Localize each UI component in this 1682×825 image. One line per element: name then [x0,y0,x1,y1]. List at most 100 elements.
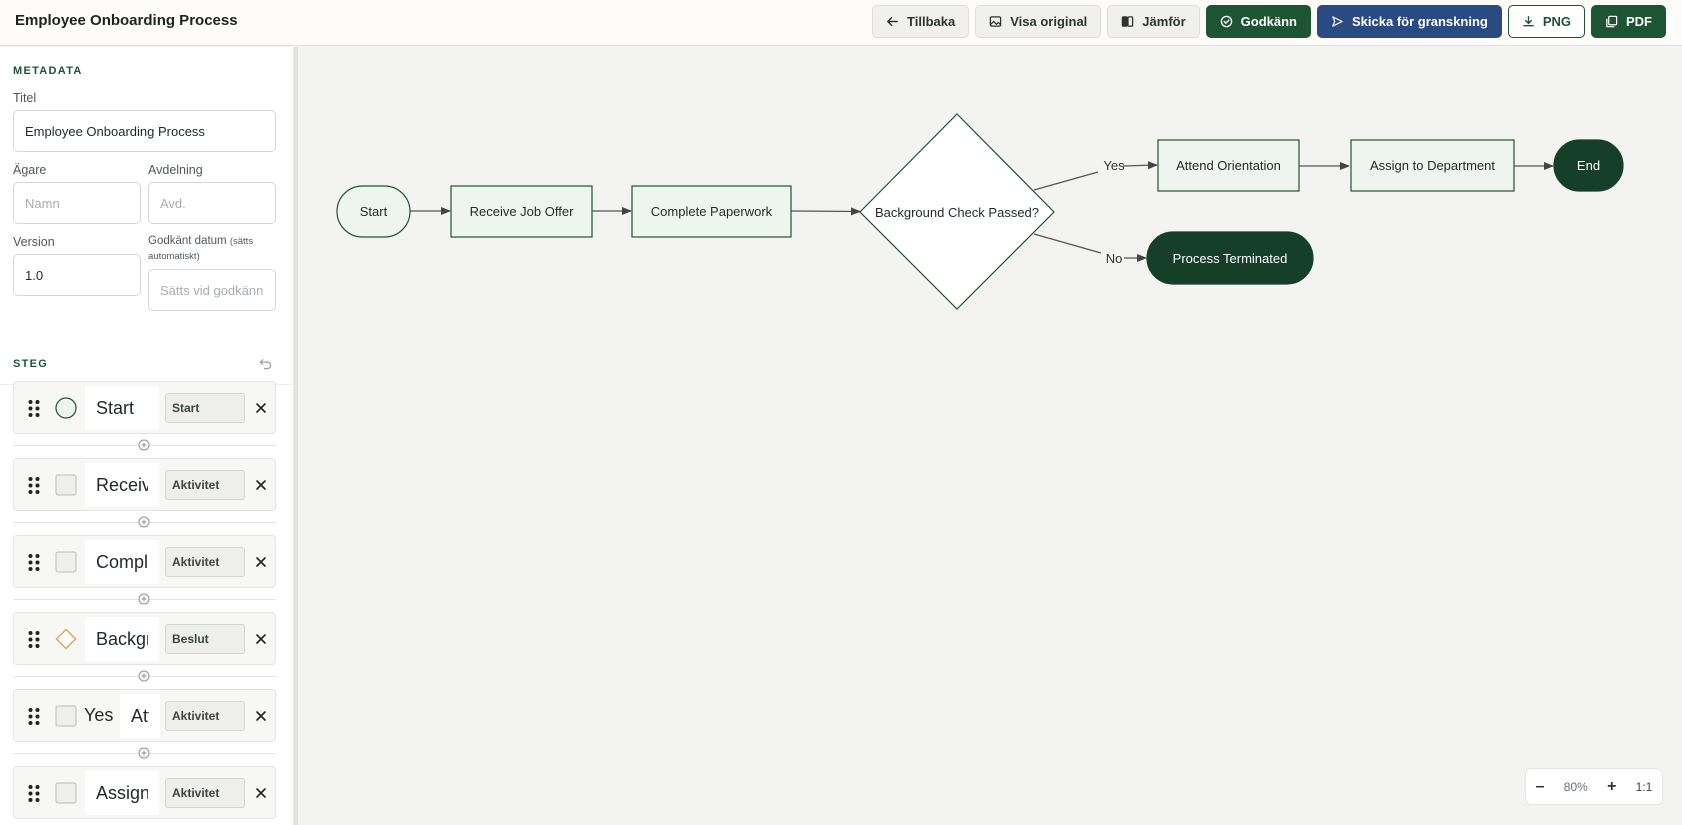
edge-label-yes: Yes [1103,158,1125,173]
node-receive-job-offer[interactable]: Receive Job Offer [450,185,593,238]
drag-handle-icon[interactable] [27,630,41,649]
square-icon [55,551,77,573]
add-step-icon[interactable] [138,670,150,682]
title-input[interactable] [13,110,276,152]
step-name-input[interactable] [85,463,159,507]
compare-label: Jämför [1142,14,1186,29]
department-label: Avdelning [148,163,203,177]
edge-decision-no-a [1033,233,1102,254]
node-paperwork-label: Complete Paperwork [651,204,773,219]
step-row[interactable]: Start [13,381,276,434]
drag-handle-icon[interactable] [27,476,41,495]
step-type-select[interactable]: Beslut [165,624,245,654]
node-receive-label: Receive Job Offer [470,204,574,219]
top-bar: Employee Onboarding Process Tillbaka Vis… [0,0,1682,46]
circle-icon [55,397,77,419]
view-original-label: Visa original [1010,14,1088,29]
close-icon[interactable] [255,556,267,568]
drag-handle-icon[interactable] [27,553,41,572]
close-icon[interactable] [255,787,267,799]
add-step-icon[interactable] [138,593,150,605]
drag-handle-icon[interactable] [27,784,41,803]
export-png-button[interactable]: PNG [1507,5,1585,38]
step-name-input[interactable] [120,694,160,738]
send-for-review-label: Skicka för granskning [1352,14,1488,29]
editor-sidebar: METADATA Titel Ägare Avdelning Version G… [0,47,294,825]
edge-label-no: No [1106,251,1123,266]
step-row[interactable]: Aktivitet [13,766,276,819]
node-start[interactable]: Start [336,185,411,238]
branch-label: Yes [84,705,114,725]
step-type-select[interactable]: Aktivitet [165,547,245,577]
node-process-terminated[interactable]: Process Terminated [1146,231,1314,285]
edge-decision-yes-a [1033,171,1099,191]
step-type-select[interactable]: Aktivitet [165,470,245,500]
step-type-select[interactable]: Start [165,393,245,423]
node-assign-to-department[interactable]: Assign to Department [1350,139,1515,192]
square-icon [55,705,77,727]
compare-button[interactable]: Jämför [1107,5,1200,38]
compare-icon [1122,16,1134,27]
step-type-select[interactable]: Aktivitet [165,778,245,808]
zoom-control: – 80% + 1:1 [1525,768,1663,805]
node-orientation-label: Attend Orientation [1176,158,1281,173]
export-pdf-button[interactable]: PDF [1591,5,1666,38]
node-assign-label: Assign to Department [1370,158,1495,173]
undo-icon[interactable] [259,357,272,370]
step-name-input[interactable] [85,617,159,661]
check-circle-icon [1220,15,1232,28]
diamond-icon [55,628,77,650]
export-pdf-label: PDF [1626,14,1652,29]
add-step-icon[interactable] [138,747,150,759]
pages-icon [1606,15,1618,28]
arrow-left-icon [887,17,898,26]
back-button-label: Tillbaka [907,14,956,29]
zoom-reset-button[interactable]: 1:1 [1636,780,1653,794]
owner-label: Ägare [13,163,47,177]
node-complete-paperwork[interactable]: Complete Paperwork [631,185,792,238]
zoom-level: 80% [1563,779,1588,794]
square-icon [55,474,77,496]
node-background-check-decision[interactable]: Background Check Passed? [859,113,1055,310]
step-name-input[interactable] [85,386,159,430]
export-png-label: PNG [1542,14,1571,29]
step-row[interactable]: Aktivitet [13,535,276,588]
view-original-button[interactable]: Visa original [975,5,1102,38]
node-end[interactable]: End [1553,139,1624,192]
close-icon[interactable] [255,402,267,414]
metadata-section-title: METADATA [13,65,83,77]
add-step-icon[interactable] [138,516,150,528]
drag-handle-icon[interactable] [27,399,41,418]
node-start-label: Start [360,204,388,219]
steps-section-title: STEG [13,358,49,370]
approve-button[interactable]: Godkänn [1205,5,1311,38]
zoom-in-button[interactable]: + [1607,778,1616,796]
drag-handle-icon[interactable] [27,707,41,726]
back-button[interactable]: Tillbaka [872,5,970,38]
add-step-icon[interactable] [138,439,150,451]
square-icon [55,782,77,804]
step-name-input[interactable] [85,771,159,815]
image-icon [989,16,1002,27]
zoom-out-button[interactable]: – [1536,778,1545,796]
version-label: Version [13,235,55,249]
department-input[interactable] [148,182,276,224]
edge-paperwork-decision [790,207,861,216]
diagram-canvas[interactable]: Yes No Start Receive Job Offer Complete … [298,47,1682,825]
send-for-review-button[interactable]: Skicka för granskning [1317,5,1502,38]
step-row[interactable]: Aktivitet [13,458,276,511]
send-icon [1332,16,1343,27]
step-row[interactable]: Beslut [13,612,276,665]
approved-date-input[interactable] [148,269,276,311]
close-icon[interactable] [255,479,267,491]
step-type-select[interactable]: Aktivitet [165,701,245,731]
version-input[interactable] [13,254,141,296]
owner-input[interactable] [13,182,141,224]
node-attend-orientation[interactable]: Attend Orientation [1157,139,1300,192]
step-name-input[interactable] [85,540,159,584]
close-icon[interactable] [255,710,267,722]
close-icon[interactable] [255,633,267,645]
node-terminated-label: Process Terminated [1173,251,1288,266]
document-title: Employee Onboarding Process [15,12,238,29]
step-row[interactable]: Yes Aktivitet [13,689,276,742]
